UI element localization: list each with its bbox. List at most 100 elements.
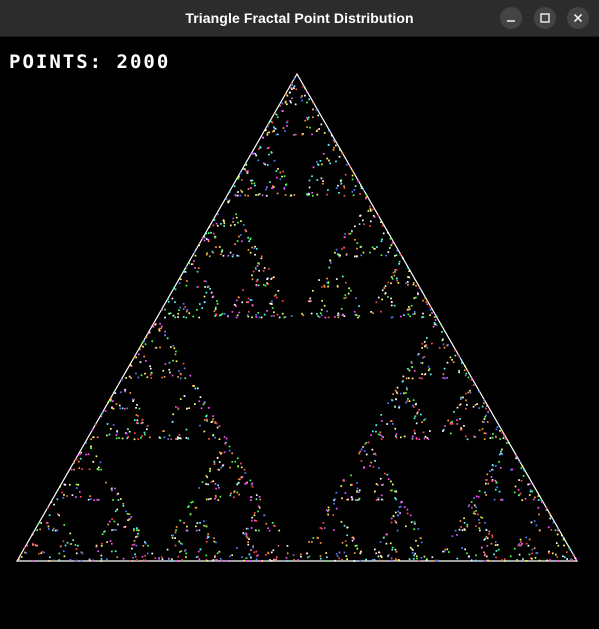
- fractal-point: [197, 550, 200, 553]
- fractal-point: [405, 282, 407, 285]
- fractal-point: [129, 364, 132, 366]
- fractal-point: [325, 552, 328, 554]
- maximize-button[interactable]: [534, 7, 556, 29]
- fractal-point: [332, 139, 335, 142]
- fractal-point: [456, 557, 459, 560]
- fractal-point: [413, 429, 416, 432]
- fractal-point: [168, 368, 171, 371]
- fractal-point: [546, 559, 548, 562]
- fractal-point: [223, 451, 226, 454]
- fractal-point: [491, 534, 494, 537]
- fractal-point: [216, 300, 218, 302]
- fractal-point: [161, 376, 163, 379]
- fractal-point: [414, 432, 416, 435]
- fractal-point: [249, 560, 252, 562]
- fractal-point: [54, 529, 57, 532]
- fractal-point: [100, 554, 103, 557]
- fractal-point: [268, 122, 270, 125]
- fractal-point: [574, 557, 577, 560]
- fractal-point: [142, 559, 145, 562]
- fractal-point: [372, 214, 375, 217]
- fractal-point: [341, 541, 344, 544]
- fractal-point: [229, 251, 232, 254]
- fractal-point: [253, 519, 256, 522]
- fractal-point: [391, 546, 394, 549]
- fractal-point: [154, 323, 157, 326]
- minimize-button[interactable]: [500, 7, 522, 29]
- fractal-point: [327, 316, 330, 319]
- fractal-point: [36, 544, 38, 547]
- fractal-point: [218, 438, 221, 440]
- fractal-point: [178, 370, 180, 372]
- fractal-point: [413, 311, 416, 313]
- fractal-point: [351, 536, 354, 539]
- fractal-point: [168, 434, 171, 437]
- fractal-point: [450, 432, 452, 435]
- fractal-point: [270, 315, 273, 317]
- fractal-point: [394, 559, 396, 562]
- fractal-point: [179, 306, 182, 309]
- fractal-point: [396, 529, 399, 532]
- fractal-point: [380, 221, 382, 223]
- fractal-point: [134, 553, 136, 556]
- fractal-point: [186, 407, 188, 410]
- fractal-point: [130, 377, 132, 379]
- fractal-point: [529, 490, 532, 493]
- fractal-point: [405, 401, 407, 404]
- fractal-point: [89, 498, 92, 500]
- fractal-point: [128, 513, 131, 515]
- fractal-point: [154, 557, 157, 559]
- fractal-point: [322, 153, 325, 155]
- fractal-point: [320, 314, 323, 316]
- fractal-point: [108, 433, 111, 436]
- fractal-point: [380, 498, 383, 501]
- fractal-point: [415, 438, 418, 440]
- fractal-point: [58, 514, 60, 517]
- fractal-point: [227, 201, 230, 204]
- fractal-point: [172, 345, 175, 347]
- fractal-point: [133, 560, 135, 562]
- fractal-point: [212, 295, 215, 298]
- fractal-point: [405, 386, 408, 389]
- fractal-point: [418, 377, 421, 379]
- fractal-point: [407, 398, 409, 400]
- fractal-point: [163, 376, 166, 378]
- fractal-point: [247, 188, 250, 190]
- fractal-point: [234, 243, 236, 245]
- fractal-point: [275, 133, 278, 136]
- fractal-point: [114, 392, 117, 394]
- fractal-point: [135, 544, 138, 547]
- fractal-point: [107, 523, 109, 526]
- fractal-canvas[interactable]: POINTS: 2000: [0, 37, 599, 629]
- fractal-point: [62, 496, 65, 499]
- title-bar[interactable]: Triangle Fractal Point Distribution: [0, 0, 599, 37]
- fractal-point: [427, 365, 430, 368]
- fractal-point: [320, 177, 323, 180]
- fractal-point: [251, 274, 253, 277]
- fractal-point: [434, 559, 437, 562]
- fractal-point: [133, 356, 136, 359]
- fractal-point: [179, 398, 182, 400]
- fractal-point: [239, 172, 242, 174]
- fractal-point: [270, 560, 273, 562]
- fractal-point: [259, 498, 262, 501]
- fractal-point: [116, 508, 119, 511]
- fractal-point: [478, 519, 480, 521]
- fractal-point: [100, 468, 102, 471]
- fractal-point: [106, 558, 108, 560]
- fractal-point: [417, 293, 419, 296]
- fractal-point: [208, 498, 210, 501]
- close-button[interactable]: [567, 7, 589, 29]
- fractal-point: [483, 402, 485, 405]
- fractal-point: [111, 550, 113, 553]
- fractal-point: [427, 369, 430, 372]
- fractal-point: [322, 180, 324, 182]
- fractal-point: [311, 133, 313, 136]
- fractal-point: [456, 423, 459, 425]
- fractal-point: [412, 282, 415, 284]
- fractal-point: [214, 559, 217, 561]
- fractal-point: [237, 296, 240, 299]
- fractal-point: [406, 512, 409, 515]
- fractal-point: [420, 413, 422, 416]
- fractal-point: [221, 249, 224, 251]
